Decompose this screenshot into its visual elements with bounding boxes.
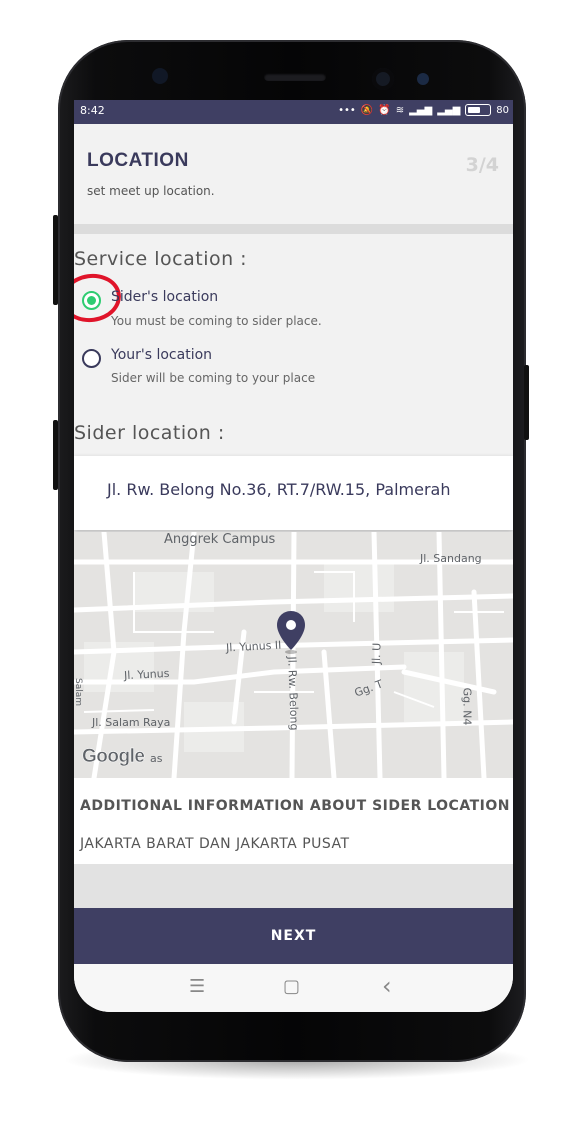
content-spacer — [74, 864, 513, 908]
page-header: LOCATION set meet up location. 3/4 — [74, 124, 513, 224]
radio-sider-location-description: You must be coming to sider place. — [111, 314, 322, 328]
signal-icon: ▂▄▆ — [437, 104, 461, 116]
phone-mockup: 8:42 ••• 🔕 ⏰ ≋ ▂▄▆ ▂▄▆ 80 LOCATION set m… — [0, 0, 587, 1132]
map-label-yunus: Jl. Yunus — [123, 666, 170, 683]
additional-info-title: ADDITIONAL INFORMATION ABOUT SIDER LOCAT… — [80, 798, 510, 814]
google-logo: Google — [82, 746, 145, 768]
earpiece-speaker — [264, 73, 326, 81]
mute-icon: 🔕 — [360, 104, 374, 116]
app-screen: 8:42 ••• 🔕 ⏰ ≋ ▂▄▆ ▂▄▆ 80 LOCATION set m… — [74, 100, 513, 1012]
radio-your-location-description: Sider will be coming to your place — [111, 371, 316, 385]
page-subtitle: set meet up location. — [87, 184, 215, 198]
front-sensor — [152, 68, 168, 84]
alarm-icon: ⏰ — [378, 104, 391, 116]
step-indicator: 3/4 — [465, 154, 499, 176]
additional-info-value: JAKARTA BARAT DAN JAKARTA PUSAT — [80, 836, 350, 852]
system-nav-bar: ☰ ▢ ‹ — [74, 964, 513, 1012]
map-label-salam: Salam — [74, 677, 84, 707]
volume-button — [53, 215, 58, 305]
status-time: 8:42 — [80, 104, 105, 117]
radio-sider-location-label: Sider's location — [111, 289, 219, 305]
address-card[interactable]: Jl. Rw. Belong No.36, RT.7/RW.15, Palmer… — [74, 456, 513, 530]
address-text: Jl. Rw. Belong No.36, RT.7/RW.15, Palmer… — [107, 480, 451, 499]
signal-icon: ▂▄▆ — [409, 104, 433, 116]
map-label-campus: Anggrek Campus — [164, 532, 276, 547]
radio-sider-location[interactable] — [82, 291, 101, 310]
map-label-rw-belong: Jl. Rw. Belong — [285, 656, 301, 731]
wifi-icon: ≋ — [395, 104, 405, 116]
map-label-gg-n4: Gg. N4 — [460, 687, 474, 726]
map-label-sandang: Jl. Sandang — [420, 552, 482, 565]
battery-level: 80 — [496, 104, 509, 116]
map-pin-icon[interactable] — [276, 610, 306, 656]
page-title: LOCATION — [87, 150, 189, 171]
back-icon[interactable]: ‹ — [382, 972, 392, 1000]
front-camera — [372, 68, 394, 90]
additional-info-section: ADDITIONAL INFORMATION ABOUT SIDER LOCAT… — [74, 778, 513, 864]
status-icons: ••• 🔕 ⏰ ≋ ▂▄▆ ▂▄▆ 80 — [338, 104, 509, 116]
section-divider — [74, 224, 513, 234]
location-map[interactable]: Anggrek Campus Jl. Sandang Jl. Yunus II … — [74, 532, 513, 778]
home-icon[interactable]: ▢ — [283, 976, 300, 997]
iris-sensor — [417, 73, 429, 85]
map-label-jl-u: Jl. U — [369, 642, 384, 665]
map-label-as: as — [150, 752, 163, 765]
battery-icon — [465, 104, 492, 116]
service-location-label: Service location : — [74, 248, 248, 270]
map-label-salam-raya: Jl. Salam Raya — [92, 716, 171, 729]
bixby-button — [53, 420, 58, 490]
next-button[interactable]: NEXT — [74, 908, 513, 964]
dots-icon: ••• — [338, 104, 356, 116]
power-button — [524, 365, 529, 440]
status-bar: 8:42 ••• 🔕 ⏰ ≋ ▂▄▆ ▂▄▆ 80 — [74, 100, 513, 124]
radio-your-location-label: Your's location — [111, 347, 213, 363]
sider-location-label: Sider location : — [74, 422, 225, 444]
recent-apps-icon[interactable]: ☰ — [189, 976, 205, 997]
radio-your-location[interactable] — [82, 349, 101, 368]
